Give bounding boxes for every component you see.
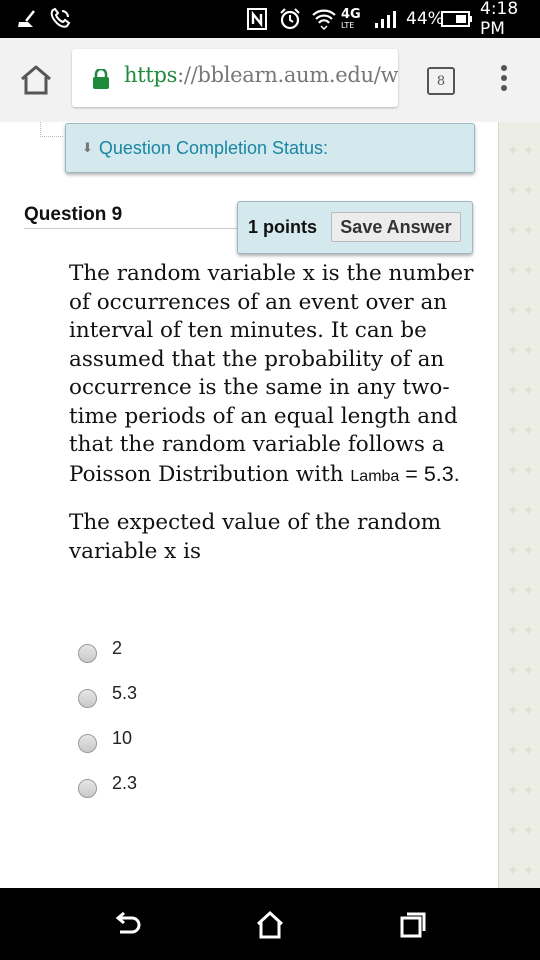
answer-option[interactable]: 5.3 xyxy=(78,677,378,708)
home-nav-icon[interactable] xyxy=(255,910,285,940)
answer-option[interactable]: 2 xyxy=(78,632,378,663)
network-subtype: LTE xyxy=(341,21,355,30)
side-panel: ✦ ✦ ✦ ✦ ✦ ✦ ✦ ✦ ✦ ✦ ✦ ✦ ✦ ✦ ✦ ✦ ✦ ✦ ✦ ✦ … xyxy=(498,122,540,888)
nfc-icon xyxy=(247,0,267,38)
clock-time: 4:18 PM xyxy=(480,0,519,39)
answer-option[interactable]: 2.3 xyxy=(78,767,378,798)
completion-status-label: Question Completion Status: xyxy=(98,137,329,158)
system-nav-bar xyxy=(0,888,540,960)
question-paragraph: The random variable x is the number of o… xyxy=(69,260,489,491)
network-indicator: 4G LTE xyxy=(341,0,361,38)
url-path: ://bblearn.aum.edu/webap xyxy=(177,63,398,87)
overflow-menu-icon[interactable] xyxy=(498,65,510,95)
signal-icon xyxy=(374,0,398,38)
chevron-down-icon: ⬇︎ xyxy=(82,140,93,155)
answer-option[interactable]: 10 xyxy=(78,722,378,753)
option-label: 2.3 xyxy=(112,773,138,793)
status-bar: 4G LTE 44% 4:18 PM xyxy=(0,0,540,39)
battery-icon xyxy=(441,0,473,38)
page-content: ✦ ✦ ✦ ✦ ✦ ✦ ✦ ✦ ✦ ✦ ✦ ✦ ✦ ✦ ✦ ✦ ✦ ✦ ✦ ✦ … xyxy=(0,122,540,888)
points-panel: 1 points Save Answer xyxy=(237,201,473,254)
phone-icon xyxy=(48,0,72,38)
browser-toolbar: https://bblearn.aum.edu/webap 8 xyxy=(0,38,540,122)
lock-icon xyxy=(92,67,110,89)
back-icon[interactable] xyxy=(112,910,142,940)
lambda-label: Lamba xyxy=(350,467,400,485)
address-bar[interactable]: https://bblearn.aum.edu/webap xyxy=(72,49,398,107)
option-label: 10 xyxy=(112,728,133,748)
points-label: 1 points xyxy=(248,217,318,237)
alarm-icon xyxy=(278,0,302,38)
question-text: The random variable x is the number of o… xyxy=(69,261,474,487)
lambda-value: = 5.3. xyxy=(399,461,460,486)
tab-count: 8 xyxy=(436,73,446,89)
radio-button[interactable] xyxy=(78,644,97,663)
option-label: 2 xyxy=(112,638,123,658)
question-title: Question 9 xyxy=(24,204,123,225)
recents-icon[interactable] xyxy=(398,910,428,940)
completion-status-panel[interactable]: ⬇︎ Question Completion Status: xyxy=(65,123,475,173)
battery-percent: 44% xyxy=(406,9,444,29)
radio-button[interactable] xyxy=(78,734,97,753)
question-body: The random variable x is the number of o… xyxy=(69,260,489,566)
broom-icon xyxy=(16,0,38,38)
home-icon[interactable] xyxy=(18,64,54,96)
tab-switcher-button[interactable]: 8 xyxy=(427,67,455,95)
url-scheme: https xyxy=(124,63,178,87)
radio-button[interactable] xyxy=(78,689,97,708)
network-type: 4G xyxy=(341,7,361,22)
question-prompt: The expected value of the random variabl… xyxy=(69,510,442,564)
option-label: 5.3 xyxy=(112,683,138,703)
radio-button[interactable] xyxy=(78,779,97,798)
save-answer-button[interactable]: Save Answer xyxy=(331,212,461,242)
wifi-icon xyxy=(311,0,337,38)
nav-arrow-icon xyxy=(40,122,63,137)
divider xyxy=(24,228,240,229)
url-text: https://bblearn.aum.edu/webap xyxy=(124,63,398,87)
